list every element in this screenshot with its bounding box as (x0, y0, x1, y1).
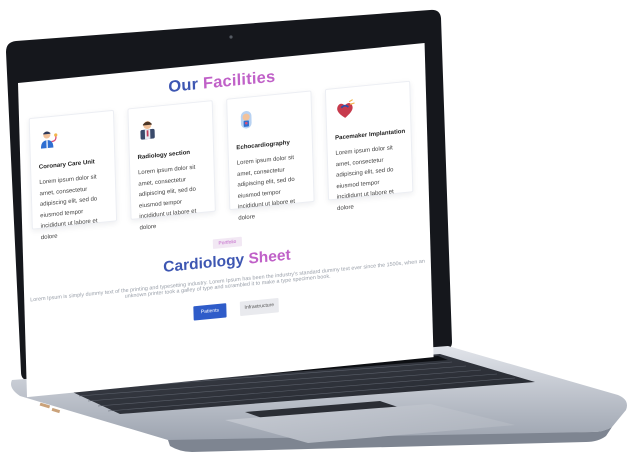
laptop-mockup: Our Facilities Coronary Care Unit Lorem … (0, 0, 630, 470)
infrastructure-button[interactable]: Infrastructure (239, 297, 279, 317)
facility-card-coronary[interactable]: Coronary Care Unit Lorem ipsum dolor sit… (28, 109, 118, 241)
doctor-avatar-icon (140, 121, 155, 140)
facility-description: Lorem ipsum dolor sit amet, consectetur … (39, 173, 98, 241)
facility-card-echo[interactable]: Echocardiography Lorem ipsum dolor sit a… (226, 90, 315, 221)
webcam-icon (229, 35, 233, 39)
heart-pacemaker-icon (337, 99, 355, 118)
port-left-2 (51, 407, 61, 414)
facility-description: Lorem ipsum dolor sit amet, consectetur … (137, 163, 197, 231)
facility-description: Lorem ipsum dolor sit amet, consectetur … (335, 144, 394, 212)
facility-title: Pacemaker Implantation (334, 127, 406, 142)
echo-machine-icon (240, 110, 252, 129)
facilities-title-part1: Our (168, 74, 199, 96)
portfolio-title-part1: Cardiology (163, 251, 245, 276)
facility-title: Radiology section (137, 149, 191, 161)
facility-description: Lorem ipsum dolor sit amet, consectetur … (236, 154, 296, 222)
patients-button[interactable]: Patients (193, 303, 227, 321)
portfolio-tag: Portfolio (212, 236, 243, 250)
facility-title: Coronary Care Unit (38, 158, 95, 171)
facility-title: Echocardiography (236, 139, 290, 152)
doctor-stethoscope-icon (40, 131, 58, 149)
portfolio-title-part2: Sheet (248, 247, 291, 268)
facility-card-radiology[interactable]: Radiology section Lorem ipsum dolor sit … (127, 100, 216, 231)
facility-card-pacemaker[interactable]: Pacemaker Implantation Lorem ipsum dolor… (324, 80, 414, 212)
screen-display: Our Facilities Coronary Care Unit Lorem … (18, 43, 434, 398)
facilities-title-part2: Facilities (202, 67, 276, 93)
